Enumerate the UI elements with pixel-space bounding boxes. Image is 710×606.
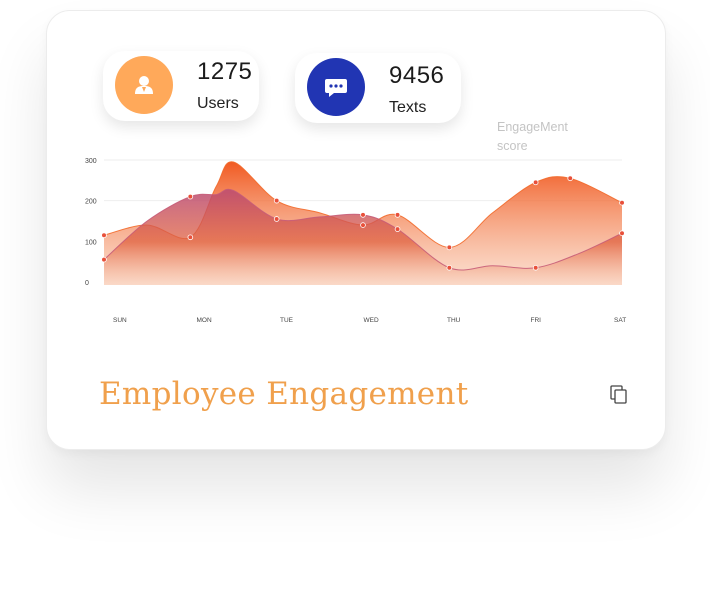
engagement-area-chart: 0 100 200 300 SUN MON TUE WED THU FRI SAT	[85, 158, 626, 324]
y-tick-label: 300	[85, 158, 97, 165]
data-point[interactable]	[187, 193, 194, 200]
x-tick-label: WED	[364, 317, 379, 324]
data-point[interactable]	[532, 179, 539, 186]
x-tick-label: THU	[447, 317, 461, 324]
data-point[interactable]	[394, 212, 401, 218]
data-point[interactable]	[619, 230, 625, 237]
data-point[interactable]	[360, 212, 366, 218]
y-tick-label: 0	[85, 280, 89, 287]
data-point[interactable]	[394, 226, 401, 232]
card-title: Employee Engagement	[99, 376, 469, 412]
x-tick-label: SUN	[113, 317, 127, 324]
x-tick-label: TUE	[280, 317, 294, 324]
data-point[interactable]	[273, 216, 280, 222]
x-tick-label: SAT	[614, 317, 626, 324]
x-tick-label: MON	[197, 317, 212, 324]
data-point[interactable]	[532, 264, 539, 271]
data-point[interactable]	[360, 222, 366, 228]
data-point[interactable]	[446, 244, 453, 251]
copy-icon[interactable]	[610, 385, 628, 405]
data-point[interactable]	[567, 175, 573, 182]
y-tick-label: 200	[85, 199, 97, 206]
data-point[interactable]	[101, 232, 107, 239]
data-point[interactable]	[619, 199, 625, 206]
data-point[interactable]	[273, 197, 280, 204]
data-point[interactable]	[101, 256, 107, 263]
x-tick-label: FRI	[531, 317, 542, 324]
data-point[interactable]	[446, 264, 453, 271]
data-point[interactable]	[187, 234, 194, 241]
y-tick-label: 100	[85, 239, 97, 246]
engagement-card: 1275 Users 9456 Texts EngageMent score 0…	[46, 10, 666, 450]
